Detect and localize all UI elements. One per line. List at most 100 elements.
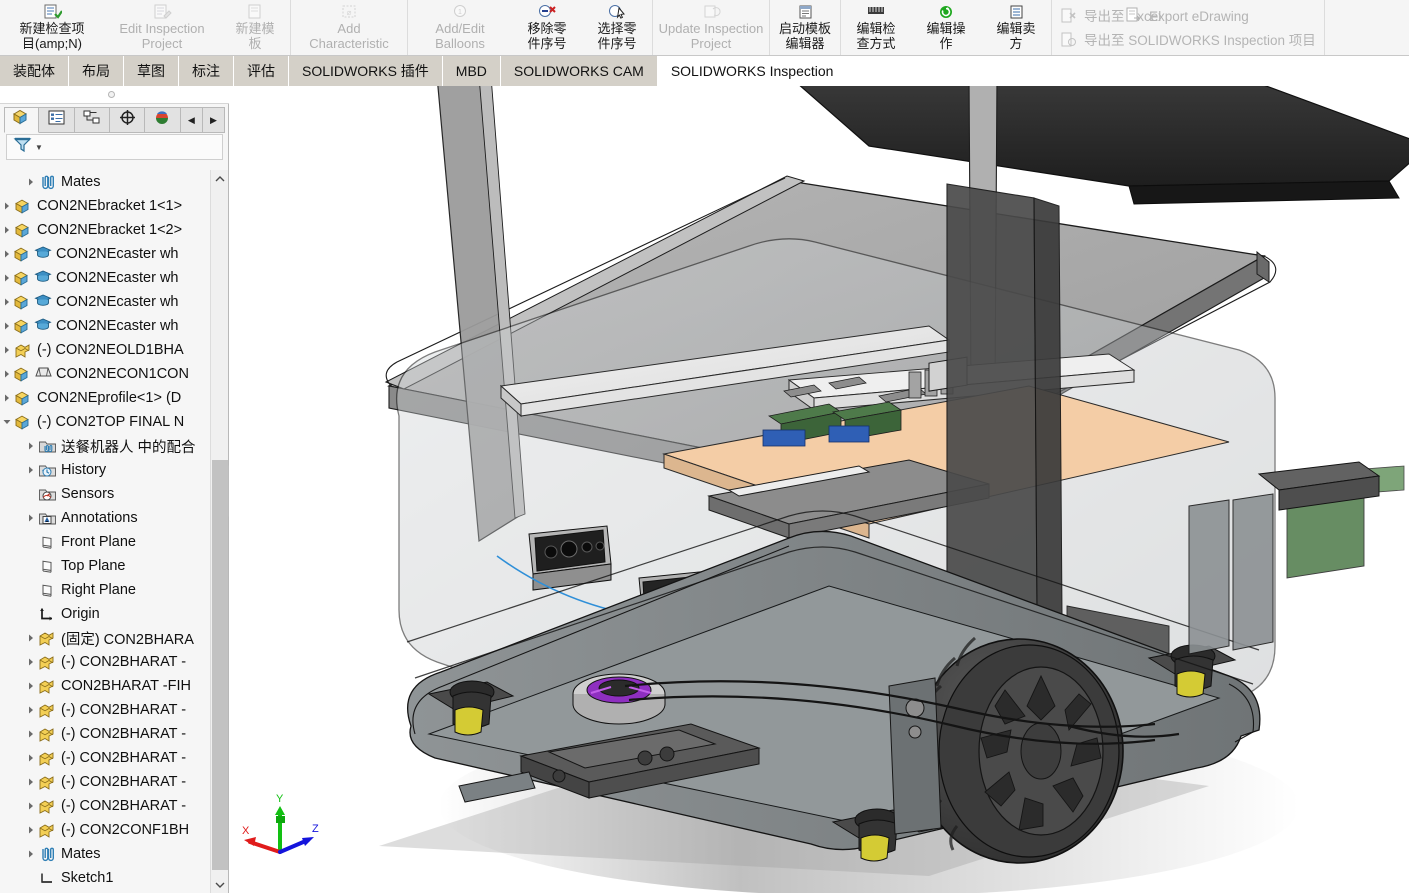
property-manager-tab[interactable] <box>39 107 75 133</box>
tree-item-label: CON2NEcaster wh <box>56 294 179 310</box>
expand-arrow-icon[interactable] <box>0 218 13 242</box>
launch-template-editor-button[interactable]: 启动模板 编辑器 <box>770 0 840 55</box>
tab-assembly[interactable]: 装配体 <box>0 56 69 86</box>
tree-item[interactable]: (-) CON2NEOLD1BHA <box>0 338 214 362</box>
tree-item[interactable]: (-) CON2TOP FINAL N <box>0 410 214 434</box>
expand-arrow-icon[interactable] <box>24 650 37 674</box>
tree-item[interactable]: (-) CON2BHARAT - <box>0 722 214 746</box>
tree-no-arrow <box>24 602 37 626</box>
edit-inspection-project-button[interactable]: Edit Inspection Project <box>104 0 220 55</box>
expand-arrow-icon[interactable] <box>24 698 37 722</box>
tree-item[interactable]: Sensors <box>0 482 214 506</box>
edit-vendor-button[interactable]: 编辑卖 方 <box>981 0 1051 55</box>
new-template-button[interactable]: 新建模 板 <box>220 0 290 55</box>
feature-tree[interactable]: Mates CON2NEbracket 1<1> CON2NEbracket 1<2… <box>0 170 214 893</box>
expand-arrow-icon[interactable] <box>24 794 37 818</box>
expand-arrow-icon[interactable] <box>24 170 37 194</box>
expand-arrow-icon[interactable] <box>24 626 37 650</box>
expand-arrow-icon[interactable] <box>0 362 13 386</box>
tree-item[interactable]: (-) CON2BHARAT - <box>0 650 214 674</box>
graphics-viewport[interactable] <box>229 86 1409 893</box>
plane-icon <box>37 580 58 600</box>
tab-mbd[interactable]: MBD <box>442 56 501 86</box>
expand-arrow-icon[interactable] <box>0 338 13 362</box>
panel-pin-dot-icon[interactable] <box>108 91 115 98</box>
remove-balloon-button[interactable]: 移除零 件序号 <box>512 0 582 55</box>
tree-item[interactable]: History <box>0 458 214 482</box>
tab-solidworks-cam[interactable]: SOLIDWORKS CAM <box>500 56 658 86</box>
export-edrawing-button[interactable]: Export eDrawing <box>1125 6 1249 26</box>
add-characteristic-button[interactable]: ⌀ Add Characteristic <box>291 0 407 55</box>
tree-item[interactable]: Origin <box>0 602 214 626</box>
panel-tab-prev-button[interactable]: ◀ <box>180 107 203 133</box>
tree-item[interactable]: Sketch1 <box>0 866 214 890</box>
scroll-down-arrow-icon[interactable] <box>211 876 229 893</box>
tree-item[interactable]: CON2NECON1CON <box>0 362 214 386</box>
expand-arrow-icon[interactable] <box>24 674 37 698</box>
expand-arrow-icon[interactable] <box>24 722 37 746</box>
add-edit-balloons-button[interactable]: 1 Add/Edit Balloons <box>408 0 512 55</box>
new-inspection-item-button[interactable]: 新建检查项 目(amp;N) <box>0 0 104 55</box>
tree-item[interactable]: CON2NEcaster wh <box>0 290 214 314</box>
tree-item[interactable]: Right Plane <box>0 578 214 602</box>
tab-layout[interactable]: 布局 <box>69 56 124 86</box>
tree-item[interactable]: CON2BHARAT -FIH <box>0 674 214 698</box>
expand-arrow-icon[interactable] <box>24 458 37 482</box>
tree-item[interactable]: (固定) CON2BHARA <box>0 626 214 650</box>
tree-item[interactable]: (-) CON2BHARAT - <box>0 770 214 794</box>
feature-manager-tree-tab[interactable] <box>4 107 40 133</box>
tree-item[interactable]: CON2NEcaster wh <box>0 242 214 266</box>
tree-item[interactable]: CON2NEcaster wh <box>0 314 214 338</box>
expand-arrow-icon[interactable] <box>0 242 13 266</box>
tree-item[interactable]: CON2NEcaster wh <box>0 266 214 290</box>
configuration-manager-tab[interactable] <box>74 107 111 133</box>
panel-grip[interactable] <box>0 86 229 104</box>
tree-item[interactable]: Top Plane <box>0 554 214 578</box>
tree-item[interactable]: Mates <box>0 170 214 194</box>
tree-item[interactable]: CON2NEbracket 1<2> <box>0 218 214 242</box>
expand-arrow-icon[interactable] <box>0 290 13 314</box>
edit-operation-button[interactable]: 编辑操 作 <box>911 0 981 55</box>
tab-solidworks-addins[interactable]: SOLIDWORKS 插件 <box>289 56 443 86</box>
tree-item[interactable]: (-) CON2CONF1BH <box>0 818 214 842</box>
tab-markup[interactable]: 标注 <box>179 56 234 86</box>
scrollbar-thumb[interactable] <box>212 460 228 870</box>
display-manager-tab[interactable] <box>145 107 181 133</box>
expand-arrow-icon[interactable] <box>24 746 37 770</box>
expand-arrow-icon[interactable] <box>24 842 37 866</box>
tree-item[interactable]: (-) CON2BHARAT - <box>0 794 214 818</box>
expand-arrow-icon[interactable] <box>24 818 37 842</box>
select-balloon-button[interactable]: 选择零 件序号 <box>582 0 652 55</box>
tree-item[interactable]: (-) CON2BHARAT - <box>0 746 214 770</box>
expand-arrow-icon[interactable] <box>0 314 13 338</box>
tree-scrollbar[interactable] <box>210 170 228 893</box>
expand-arrow-icon[interactable] <box>0 194 13 218</box>
edit-vendor-icon <box>1005 4 1027 20</box>
panel-tab-next-button[interactable]: ▶ <box>202 107 226 133</box>
tree-filter-bar[interactable]: ▼ <box>6 134 223 160</box>
expand-arrow-icon[interactable] <box>24 506 37 530</box>
tab-solidworks-inspection[interactable]: SOLIDWORKS Inspection <box>657 56 848 86</box>
filter-dropdown-caret-icon[interactable]: ▼ <box>35 143 43 152</box>
dimxpert-manager-tab[interactable] <box>110 107 146 133</box>
tree-item[interactable]: (-) CON2BHARAT - <box>0 698 214 722</box>
edit-inspection-method-button[interactable]: 编辑检 查方式 <box>841 0 911 55</box>
tree-item[interactable]: CON2NEprofile<1> (D <box>0 386 214 410</box>
tree-item-label: (-) CON2BHARAT - <box>61 702 187 718</box>
tab-sketch[interactable]: 草图 <box>124 56 179 86</box>
expand-arrow-icon[interactable] <box>0 266 13 290</box>
expand-arrow-icon[interactable] <box>24 770 37 794</box>
filter-icon[interactable] <box>13 136 33 159</box>
scroll-up-arrow-icon[interactable] <box>211 170 229 187</box>
collapse-arrow-icon[interactable] <box>0 410 13 434</box>
expand-arrow-icon[interactable] <box>24 434 37 458</box>
tree-item[interactable]: CON2NEbracket 1<1> <box>0 194 214 218</box>
export-solidworks-inspection-button[interactable]: 导出至 SOLIDWORKS Inspection 项目 <box>1060 28 1316 50</box>
tree-item[interactable]: Front Plane <box>0 530 214 554</box>
expand-arrow-icon[interactable] <box>0 386 13 410</box>
tree-item[interactable]: 送餐机器人 中的配合 <box>0 434 214 458</box>
tab-evaluate[interactable]: 评估 <box>234 56 289 86</box>
update-inspection-project-button[interactable]: Update Inspection Project <box>653 0 769 55</box>
tree-item[interactable]: Annotations <box>0 506 214 530</box>
tree-item[interactable]: Mates <box>0 842 214 866</box>
